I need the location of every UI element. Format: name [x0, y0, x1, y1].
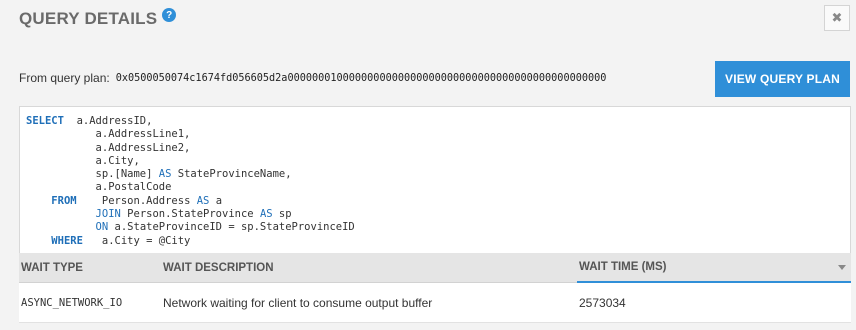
sql-text: a.City, — [95, 154, 140, 167]
sql-keyword: AS — [196, 194, 210, 207]
close-icon: ✖ — [831, 10, 843, 25]
close-button[interactable]: ✖ — [824, 5, 850, 31]
sql-text: a.PostalCode — [95, 181, 172, 194]
query-plan-hash: 0x0500050074c1674fd056605d2a000000010000… — [115, 72, 607, 84]
sql-text: StateProvinceName, — [171, 168, 292, 181]
sql-text: sp.[Name] — [95, 168, 159, 181]
view-query-plan-button[interactable]: VIEW QUERY PLAN — [715, 61, 850, 97]
cell-wait-type: ASYNC_NETWORK_IO — [21, 296, 123, 309]
sql-line: WHERE a.City = @City — [26, 235, 850, 248]
query-plan-label: From query plan: — [19, 71, 110, 85]
sql-line: a.AddressLine2, — [26, 142, 850, 155]
sql-line: a.AddressLine1, — [26, 128, 850, 141]
help-icon[interactable]: ? — [162, 8, 177, 22]
table-header: WAIT TYPE WAIT DESCRIPTION WAIT TIME (MS… — [19, 253, 851, 283]
sql-text: a — [209, 194, 223, 207]
sql-text: a.AddressID, — [76, 115, 153, 127]
dialog-title-text: QUERY DETAILS — [19, 9, 158, 28]
column-header-wait-time[interactable]: WAIT TIME (MS) — [577, 253, 851, 283]
sql-line: ON a.StateProvinceID = sp.StateProvinceI… — [26, 221, 850, 234]
sql-line: sp.[Name] AS StateProvinceName, — [26, 168, 850, 181]
query-plan-row: From query plan: 0x0500050074c1674fd0566… — [19, 68, 606, 88]
sql-text: a.StateProvinceID = sp.StateProvinceID — [114, 221, 355, 234]
sql-text: sp — [272, 208, 292, 221]
cell-wait-time: 2573034 — [579, 295, 626, 310]
sql-keyword: AS — [259, 208, 273, 221]
sql-text: a.City = @City — [101, 234, 191, 247]
sql-line: a.PostalCode — [26, 181, 850, 194]
sql-keyword: AS — [158, 168, 172, 181]
sql-keyword: WHERE — [51, 234, 83, 247]
column-header-wait-description[interactable]: WAIT DESCRIPTION — [163, 262, 577, 274]
sql-line: a.City, — [26, 155, 850, 168]
sql-line: JOIN Person.StateProvince AS sp — [26, 208, 850, 221]
table-row[interactable]: ASYNC_NETWORK_IO Network waiting for cli… — [19, 283, 851, 323]
sql-keyword: SELECT — [26, 115, 64, 127]
sql-keyword: ON — [95, 221, 109, 234]
dialog-title: QUERY DETAILS ? — [19, 8, 177, 29]
sql-text: a.AddressLine1, — [95, 128, 191, 141]
wait-stats-table: WAIT TYPE WAIT DESCRIPTION WAIT TIME (MS… — [19, 253, 851, 323]
sql-line: SELECT a.AddressID, — [26, 115, 850, 128]
sql-keyword: JOIN — [95, 208, 121, 221]
sql-text: Person.StateProvince — [127, 208, 260, 221]
sql-line: FROM Person.Address AS a — [26, 195, 850, 208]
cell-wait-description: Network waiting for client to consume ou… — [163, 295, 433, 310]
sql-text-box: SELECT a.AddressID, a.AddressLine1, a.Ad… — [19, 106, 851, 253]
sort-descending-icon[interactable] — [838, 265, 846, 270]
sql-text: a.AddressLine2, — [95, 141, 191, 154]
column-header-wait-time-label: WAIT TIME (MS) — [579, 260, 667, 273]
column-header-wait-type[interactable]: WAIT TYPE — [19, 262, 163, 274]
sql-keyword: FROM — [51, 194, 77, 207]
sql-text: Person.Address — [101, 194, 197, 207]
